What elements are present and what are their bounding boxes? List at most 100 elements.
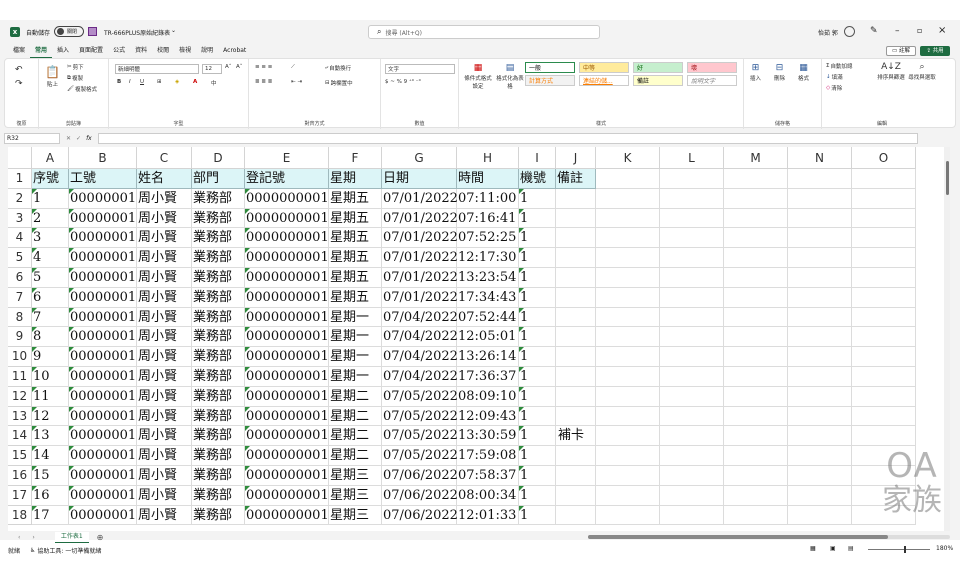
table-cell[interactable] xyxy=(724,446,788,466)
table-cell[interactable] xyxy=(596,287,660,308)
table-cell[interactable]: 7 xyxy=(32,307,69,328)
table-cell[interactable] xyxy=(788,188,852,209)
table-cell[interactable] xyxy=(596,347,660,367)
accessibility-icon[interactable]: ♿ xyxy=(30,547,35,554)
avatar[interactable] xyxy=(844,26,855,37)
style-note[interactable]: 備註 xyxy=(633,75,683,86)
table-cell[interactable]: 00000001 xyxy=(69,386,137,407)
column-header-L[interactable]: L xyxy=(660,147,724,169)
table-cell[interactable] xyxy=(788,446,852,466)
function-icon[interactable]: fx xyxy=(86,135,92,142)
table-cell[interactable] xyxy=(788,228,852,249)
table-cell[interactable]: 07/01/2022 xyxy=(382,248,458,268)
column-header-H[interactable]: H xyxy=(457,147,519,169)
table-cell[interactable]: 00000001 xyxy=(69,188,137,209)
table-cell[interactable] xyxy=(724,208,788,229)
bold-button[interactable]: B xyxy=(117,79,121,85)
table-cell[interactable]: 07/04/2022 xyxy=(382,347,458,367)
table-cell[interactable]: 星期二 xyxy=(329,386,382,407)
table-cell[interactable] xyxy=(852,386,916,407)
table-cell[interactable]: 00000001 xyxy=(69,268,137,288)
insert-cells-button[interactable]: ⊞ 插入 xyxy=(750,63,761,82)
table-cell[interactable] xyxy=(596,248,660,268)
table-cell[interactable] xyxy=(596,367,660,387)
table-cell[interactable] xyxy=(556,307,596,328)
table-cell[interactable]: 0000000001 xyxy=(245,228,329,249)
table-cell[interactable] xyxy=(596,466,660,486)
style-normal[interactable]: 一般 xyxy=(525,62,575,73)
row-header[interactable]: 10 xyxy=(8,347,32,367)
table-cell[interactable]: 0000000001 xyxy=(245,485,329,506)
table-cell[interactable]: 1 xyxy=(519,208,556,229)
table-cell[interactable] xyxy=(724,268,788,288)
table-cell[interactable] xyxy=(596,188,660,209)
tab-formulas[interactable]: 公式 xyxy=(108,44,130,58)
table-cell[interactable]: 星期一 xyxy=(329,347,382,367)
table-cell[interactable]: 00000001 xyxy=(69,307,137,328)
merge-center-button[interactable]: ⊟ 跨欄置中 xyxy=(325,79,353,87)
style-good[interactable]: 好 xyxy=(633,62,683,73)
table-cell[interactable]: 星期五 xyxy=(329,228,382,249)
table-cell[interactable]: 1 xyxy=(519,505,556,526)
tab-help[interactable]: 說明 xyxy=(196,44,218,58)
table-cell[interactable] xyxy=(788,426,852,447)
row-header[interactable]: 18 xyxy=(8,505,32,526)
table-cell[interactable] xyxy=(852,268,916,288)
table-cell[interactable]: 00000001 xyxy=(69,406,137,427)
table-cell[interactable] xyxy=(788,347,852,367)
table-cell[interactable]: 1 xyxy=(519,228,556,249)
table-cell[interactable] xyxy=(852,367,916,387)
table-cell[interactable] xyxy=(660,406,724,427)
table-cell[interactable]: 07/01/2022 xyxy=(382,208,458,229)
table-cell[interactable]: 17 xyxy=(32,505,69,526)
table-cell[interactable] xyxy=(660,188,724,209)
delete-cells-button[interactable]: ⊟ 刪除 xyxy=(774,63,785,82)
paste-button[interactable]: 📋 貼上 xyxy=(45,65,60,88)
table-cell[interactable] xyxy=(596,169,660,189)
table-cell[interactable]: 12 xyxy=(32,406,69,427)
table-cell[interactable]: 0000000001 xyxy=(245,248,329,268)
table-cell[interactable] xyxy=(596,485,660,506)
table-cell[interactable]: 4 xyxy=(32,248,69,268)
table-cell[interactable] xyxy=(556,485,596,506)
table-cell[interactable]: 17:59:08 xyxy=(457,446,519,466)
table-cell[interactable]: 00000001 xyxy=(69,485,137,506)
table-cell[interactable]: 00000001 xyxy=(69,505,137,526)
select-all-corner[interactable] xyxy=(8,147,32,169)
formula-input[interactable] xyxy=(97,132,918,144)
table-cell[interactable] xyxy=(852,208,916,229)
column-header-I[interactable]: I xyxy=(519,147,556,169)
cancel-icon[interactable]: ✕ xyxy=(66,135,71,142)
table-cell[interactable] xyxy=(556,287,596,308)
table-cell[interactable]: 星期三 xyxy=(329,505,382,526)
table-cell[interactable]: 3 xyxy=(32,228,69,249)
table-cell[interactable]: 13:23:54 xyxy=(457,268,519,288)
tab-data[interactable]: 資料 xyxy=(130,44,152,58)
table-cell[interactable]: 補卡 xyxy=(556,426,596,447)
table-cell[interactable] xyxy=(788,505,852,526)
table-cell[interactable]: 0000000001 xyxy=(245,347,329,367)
table-cell[interactable] xyxy=(788,386,852,407)
restore-icon[interactable]: ▫ xyxy=(917,26,922,35)
table-cell[interactable]: 17:36:37 xyxy=(457,367,519,387)
table-cell[interactable]: 1 xyxy=(519,347,556,367)
table-cell[interactable]: 0000000001 xyxy=(245,367,329,387)
table-cell[interactable]: 周小賢 xyxy=(137,228,192,249)
table-cell[interactable]: 07/04/2022 xyxy=(382,307,458,328)
increase-font-icon[interactable]: A˄ xyxy=(225,64,232,70)
table-cell[interactable] xyxy=(724,367,788,387)
table-cell[interactable]: 6 xyxy=(32,287,69,308)
table-cell[interactable]: 業務部 xyxy=(192,426,245,447)
table-cell[interactable] xyxy=(660,248,724,268)
undo-icon[interactable]: ↶ xyxy=(15,65,23,75)
table-cell[interactable]: 1 xyxy=(519,426,556,447)
table-cell[interactable]: 1 xyxy=(519,327,556,348)
table-cell[interactable] xyxy=(660,466,724,486)
fill-button[interactable]: ↓ 填滿 xyxy=(826,73,843,81)
row-header[interactable]: 8 xyxy=(8,307,32,328)
table-cell[interactable]: 0000000001 xyxy=(245,208,329,229)
table-cell[interactable] xyxy=(788,287,852,308)
style-calculation[interactable]: 計算方式 xyxy=(525,75,575,86)
copy-button[interactable]: ⧉ 複製 xyxy=(67,74,83,83)
table-cell[interactable] xyxy=(660,287,724,308)
